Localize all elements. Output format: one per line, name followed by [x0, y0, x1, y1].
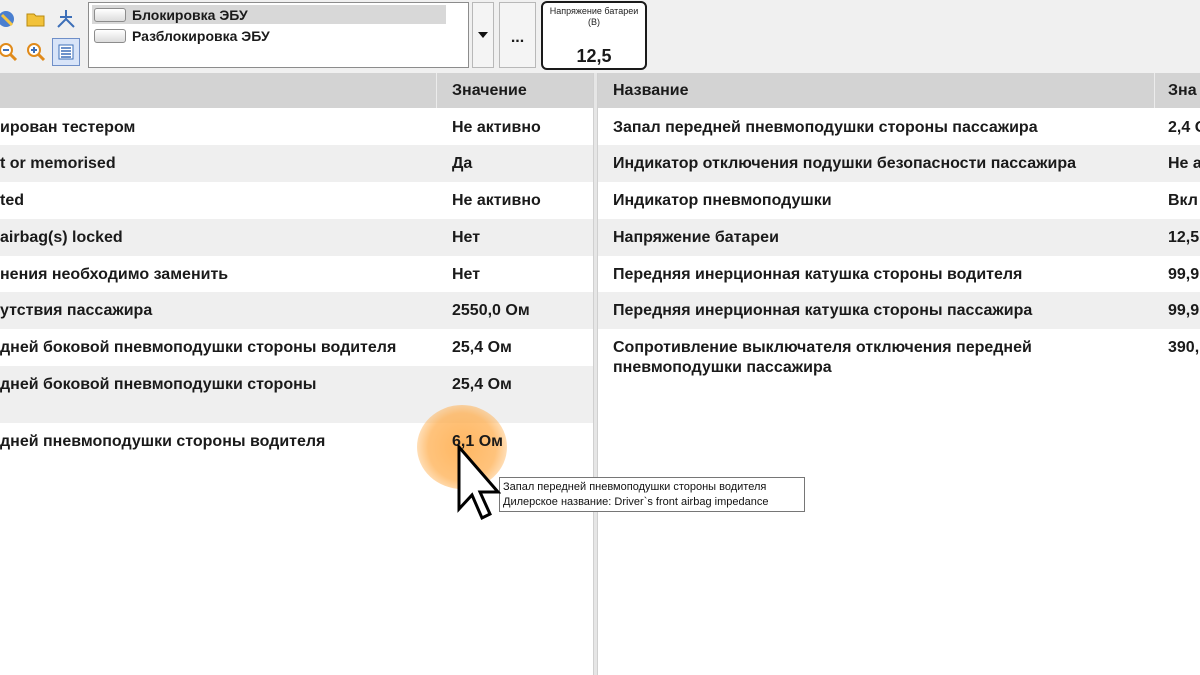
param-name: нения необходимо заменить — [0, 266, 229, 283]
diagnostic-icon — [0, 11, 14, 27]
param-name: ирован тестером — [0, 119, 136, 136]
command-dropdown-button[interactable] — [472, 2, 494, 68]
tooltip-dealer-name: Дилерское название: Driver`s front airba… — [503, 496, 769, 508]
zoom-out-icon — [0, 43, 18, 62]
table-row[interactable]: ted Не активно — [0, 182, 593, 219]
tooltip: Запал передней пневмоподушки стороны вод… — [499, 477, 805, 512]
table-row[interactable]: Передняя инерционная катушка стороны вод… — [598, 256, 1200, 292]
command-item-lock-ecu[interactable]: Блокировка ЭБУ — [92, 5, 446, 24]
table-row[interactable]: нения необходимо заменить Нет — [0, 256, 593, 292]
command-label: Разблокировка ЭБУ — [132, 27, 270, 44]
zoom-in-icon — [27, 43, 46, 62]
network-button[interactable] — [52, 5, 80, 33]
network-icon — [57, 10, 75, 28]
param-value: Не активно — [452, 192, 541, 209]
mouse-cursor-icon — [457, 445, 501, 521]
column-header-value[interactable]: Значение — [452, 73, 527, 108]
zoom-out-button[interactable] — [0, 38, 22, 66]
command-checkbox[interactable] — [94, 7, 126, 22]
param-value: Нет — [452, 229, 481, 246]
param-name: Напряжение батареи — [613, 229, 779, 246]
open-button[interactable] — [22, 5, 50, 33]
toolbar: Блокировка ЭБУ Разблокировка ЭБУ ... Нап… — [0, 0, 1200, 74]
list-view-button[interactable] — [52, 38, 80, 66]
tooltip-title: Запал передней пневмоподушки стороны вод… — [503, 481, 767, 493]
table-header: Название Зна — [598, 73, 1200, 108]
param-name: утствия пассажира — [0, 302, 153, 319]
param-name: t or memorised — [0, 155, 116, 172]
command-label: Блокировка ЭБУ — [132, 6, 248, 23]
param-value: 2,4 О — [1168, 119, 1200, 136]
right-parameters-table: Название Зна Запал передней пневмоподушк… — [598, 73, 1200, 675]
param-name: airbag(s) locked — [0, 229, 123, 246]
column-header-value[interactable]: Зна — [1168, 73, 1197, 108]
param-value: 25,4 Ом — [452, 339, 512, 356]
more-button[interactable]: ... — [499, 2, 536, 68]
param-name: Сопротивление выключателя отключения пер… — [613, 339, 1032, 376]
command-checkbox[interactable] — [94, 28, 126, 43]
table-row[interactable]: t or memorised Да — [0, 145, 593, 182]
param-value: Вкл — [1168, 192, 1198, 209]
left-parameters-table: Значение ирован тестером Не активно t or… — [0, 73, 593, 675]
param-value: 99,9 — [1168, 302, 1200, 319]
list-view-icon — [58, 44, 74, 60]
table-row[interactable]: Передняя инерционная катушка стороны пас… — [598, 292, 1200, 329]
table-row[interactable]: Сопротивление выключателя отключения пер… — [598, 329, 1200, 386]
param-name: Передняя инерционная катушка стороны пас… — [613, 302, 1033, 319]
param-name: Индикатор отключения подушки безопасност… — [613, 155, 1076, 172]
param-name: ted — [0, 192, 24, 209]
param-value: 390, — [1168, 339, 1200, 356]
table-row[interactable]: ирован тестером Не активно — [0, 109, 593, 145]
table-header: Значение — [0, 73, 593, 108]
param-name: Запал передней пневмоподушки стороны пас… — [613, 119, 1038, 136]
table-row[interactable]: Запал передней пневмоподушки стороны пас… — [598, 109, 1200, 145]
param-value: Нет — [452, 266, 481, 283]
param-name: Передняя инерционная катушка стороны вод… — [613, 266, 1023, 283]
table-row[interactable]: Напряжение батареи 12,5 — [598, 219, 1200, 256]
table-row[interactable]: дней боковой пневмоподушки стороны водит… — [0, 329, 593, 366]
battery-voltage-tile: Напряжение батареи (В) 12,5 — [541, 1, 647, 70]
diagnostic-button[interactable] — [0, 5, 22, 33]
param-value: 2550,0 Ом — [452, 302, 530, 319]
param-value: Не а — [1168, 155, 1200, 172]
table-row[interactable]: Индикатор пневмоподушки Вкл — [598, 182, 1200, 219]
table-row[interactable]: airbag(s) locked Нет — [0, 219, 593, 256]
param-name: дней боковой пневмоподушки стороны водит… — [0, 339, 397, 356]
param-value: 99,9 — [1168, 266, 1200, 283]
battery-voltage-value: 12,5 — [576, 46, 612, 66]
param-value: Да — [452, 155, 473, 172]
table-row[interactable]: дней боковой пневмоподушки стороны 25,4 … — [0, 366, 593, 423]
table-row[interactable]: утствия пассажира 2550,0 Ом — [0, 292, 593, 329]
column-header-name[interactable]: Название — [613, 73, 689, 108]
param-name: дней пневмоподушки стороны водителя — [0, 433, 326, 450]
param-name: Индикатор пневмоподушки — [613, 192, 832, 209]
param-value: 25,4 Ом — [452, 376, 512, 393]
column-divider[interactable] — [1154, 73, 1155, 108]
param-value: 12,5 — [1168, 229, 1200, 246]
battery-voltage-label: Напряжение батареи (В) — [549, 6, 639, 27]
command-list[interactable]: Блокировка ЭБУ Разблокировка ЭБУ — [88, 2, 469, 68]
table-row[interactable]: Индикатор отключения подушки безопасност… — [598, 145, 1200, 182]
param-value: Не активно — [452, 119, 541, 136]
zoom-in-button[interactable] — [22, 38, 50, 66]
command-item-unlock-ecu[interactable]: Разблокировка ЭБУ — [92, 26, 446, 45]
open-folder-icon — [26, 13, 45, 27]
param-name: дней боковой пневмоподушки стороны — [0, 376, 317, 393]
chevron-down-icon — [478, 32, 488, 38]
column-divider[interactable] — [436, 73, 437, 108]
